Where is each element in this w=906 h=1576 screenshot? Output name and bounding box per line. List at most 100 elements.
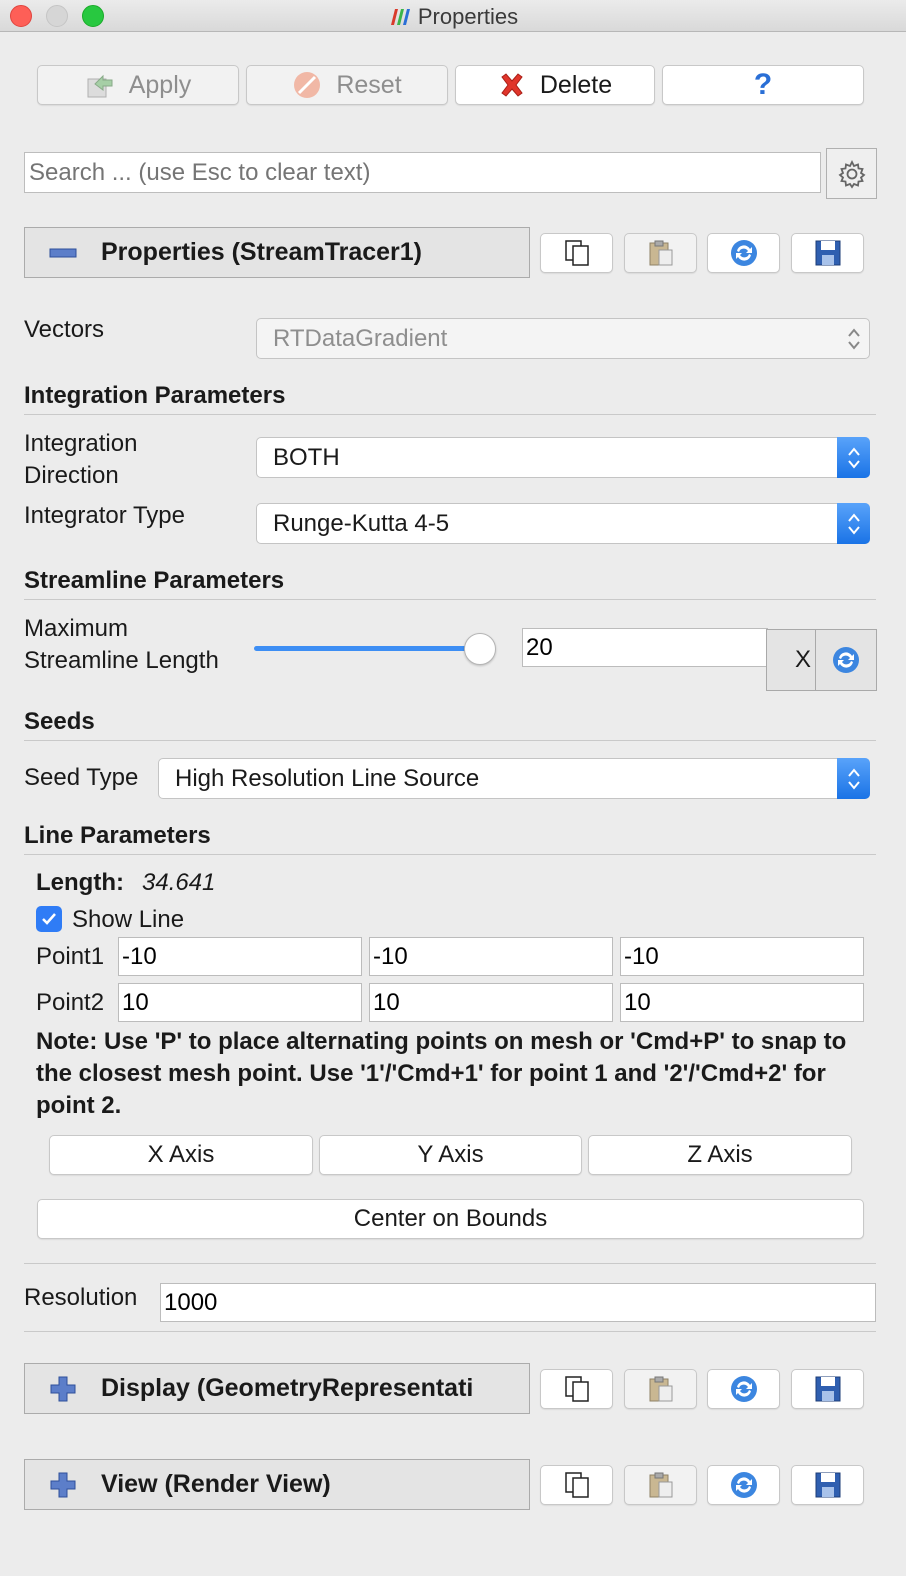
- save-icon: [815, 1472, 840, 1498]
- show-line-checkbox[interactable]: [36, 906, 62, 932]
- divider: [24, 414, 876, 415]
- z-axis-button[interactable]: Z Axis: [588, 1135, 852, 1175]
- apply-label: Apply: [128, 70, 192, 99]
- divider: [24, 1263, 876, 1264]
- collapse-minus-icon[interactable]: [25, 246, 101, 260]
- display-section-header[interactable]: Display (GeometryRepresentati: [24, 1363, 530, 1414]
- max-streamline-length-label-line2: Streamline Length: [24, 647, 219, 674]
- refresh-icon: [730, 1376, 757, 1402]
- paraview-logo-icon: [390, 9, 410, 25]
- point2-label: Point2: [36, 989, 105, 1016]
- expand-plus-icon[interactable]: [25, 1375, 101, 1403]
- copy-icon: [564, 240, 589, 266]
- divider: [24, 740, 876, 741]
- integration-direction-value: BOTH: [273, 443, 340, 471]
- max-streamline-length-input[interactable]: [522, 628, 768, 667]
- copy-icon: [564, 1376, 589, 1402]
- paste-properties-button[interactable]: [624, 233, 697, 273]
- divider: [24, 599, 876, 600]
- help-icon: ?: [753, 68, 773, 101]
- checkmark-icon: [42, 913, 56, 925]
- max-streamline-length-label-line1: Maximum: [24, 615, 129, 642]
- resolution-label: Resolution: [24, 1284, 138, 1311]
- reload-properties-button[interactable]: [707, 233, 780, 273]
- paste-icon: [649, 1472, 672, 1498]
- divider: [24, 1331, 876, 1332]
- resolution-input[interactable]: [160, 1283, 876, 1322]
- line-parameters-title: Line Parameters: [24, 822, 211, 849]
- gear-icon: [837, 159, 866, 189]
- delete-x-icon: [498, 71, 526, 99]
- copy-display-button[interactable]: [540, 1369, 613, 1409]
- show-line-label: Show Line: [72, 906, 185, 933]
- copy-properties-button[interactable]: [540, 233, 613, 273]
- advanced-properties-button[interactable]: [826, 148, 877, 199]
- scale-x-button[interactable]: X: [766, 629, 816, 691]
- max-streamline-length-slider-track[interactable]: [254, 646, 476, 651]
- delete-label: Delete: [539, 70, 613, 99]
- integration-direction-combobox[interactable]: BOTH: [256, 437, 870, 478]
- properties-section-header[interactable]: Properties (StreamTracer1): [24, 227, 530, 278]
- apply-icon: [85, 70, 115, 100]
- scale-x-label: X: [794, 646, 811, 673]
- point1-label: Point1: [36, 943, 105, 970]
- save-icon: [815, 1376, 840, 1402]
- seeds-title: Seeds: [24, 708, 95, 735]
- save-icon: [815, 240, 840, 266]
- center-on-bounds-button[interactable]: Center on Bounds: [37, 1199, 864, 1239]
- reload-view-button[interactable]: [707, 1465, 780, 1505]
- save-properties-button[interactable]: [791, 233, 864, 273]
- point1-z-input[interactable]: [620, 937, 864, 976]
- display-section-title: Display (GeometryRepresentati: [101, 1374, 474, 1402]
- reset-button[interactable]: Reset: [246, 65, 448, 105]
- copy-icon: [564, 1472, 589, 1498]
- reset-length-button[interactable]: [815, 629, 877, 691]
- seed-type-label: Seed Type: [24, 764, 139, 791]
- point1-y-input[interactable]: [369, 937, 613, 976]
- vectors-label: Vectors: [24, 316, 105, 343]
- paste-display-button[interactable]: [624, 1369, 697, 1409]
- save-view-button[interactable]: [791, 1465, 864, 1505]
- combo-updown-icon: [837, 437, 870, 478]
- refresh-icon: [730, 1472, 757, 1498]
- reset-icon: [292, 70, 322, 100]
- integrator-type-label: Integrator Type: [24, 502, 185, 529]
- paste-icon: [649, 1376, 672, 1402]
- copy-view-button[interactable]: [540, 1465, 613, 1505]
- apply-button[interactable]: Apply: [37, 65, 239, 105]
- delete-button[interactable]: Delete: [455, 65, 655, 105]
- help-button[interactable]: ?: [662, 65, 864, 105]
- seed-type-value: High Resolution Line Source: [175, 764, 480, 792]
- y-axis-button[interactable]: Y Axis: [319, 1135, 582, 1175]
- length-label: Length:: [36, 869, 124, 896]
- seed-type-combobox[interactable]: High Resolution Line Source: [158, 758, 870, 799]
- vectors-combobox[interactable]: RTDataGradient: [256, 318, 870, 359]
- expand-plus-icon[interactable]: [25, 1471, 101, 1499]
- max-streamline-length-slider-handle[interactable]: [464, 633, 496, 665]
- divider: [24, 854, 876, 855]
- view-section-title: View (Render View): [101, 1470, 331, 1498]
- integrator-type-combobox[interactable]: Runge-Kutta 4-5: [256, 503, 870, 544]
- reset-label: Reset: [336, 70, 402, 99]
- window-title-area: Properties: [0, 4, 906, 30]
- integration-parameters-title: Integration Parameters: [24, 382, 286, 409]
- point2-z-input[interactable]: [620, 983, 864, 1022]
- x-axis-button[interactable]: X Axis: [49, 1135, 313, 1175]
- reload-display-button[interactable]: [707, 1369, 780, 1409]
- point1-x-input[interactable]: [118, 937, 362, 976]
- search-input[interactable]: [24, 152, 821, 193]
- point2-x-input[interactable]: [118, 983, 362, 1022]
- paste-view-button[interactable]: [624, 1465, 697, 1505]
- integration-direction-label-line1: Integration: [24, 430, 138, 457]
- line-widget-note: Note: Use 'P' to place alternating point…: [36, 1028, 847, 1119]
- combo-updown-icon: [837, 503, 870, 544]
- vectors-value: RTDataGradient: [273, 324, 448, 352]
- combo-updown-icon: [837, 758, 870, 799]
- view-section-header[interactable]: View (Render View): [24, 1459, 530, 1510]
- properties-section-title: Properties (StreamTracer1): [101, 238, 422, 266]
- point2-y-input[interactable]: [369, 983, 613, 1022]
- refresh-icon: [833, 647, 859, 673]
- integration-direction-label-line2: Direction: [24, 462, 119, 489]
- paste-icon: [649, 240, 672, 266]
- save-display-button[interactable]: [791, 1369, 864, 1409]
